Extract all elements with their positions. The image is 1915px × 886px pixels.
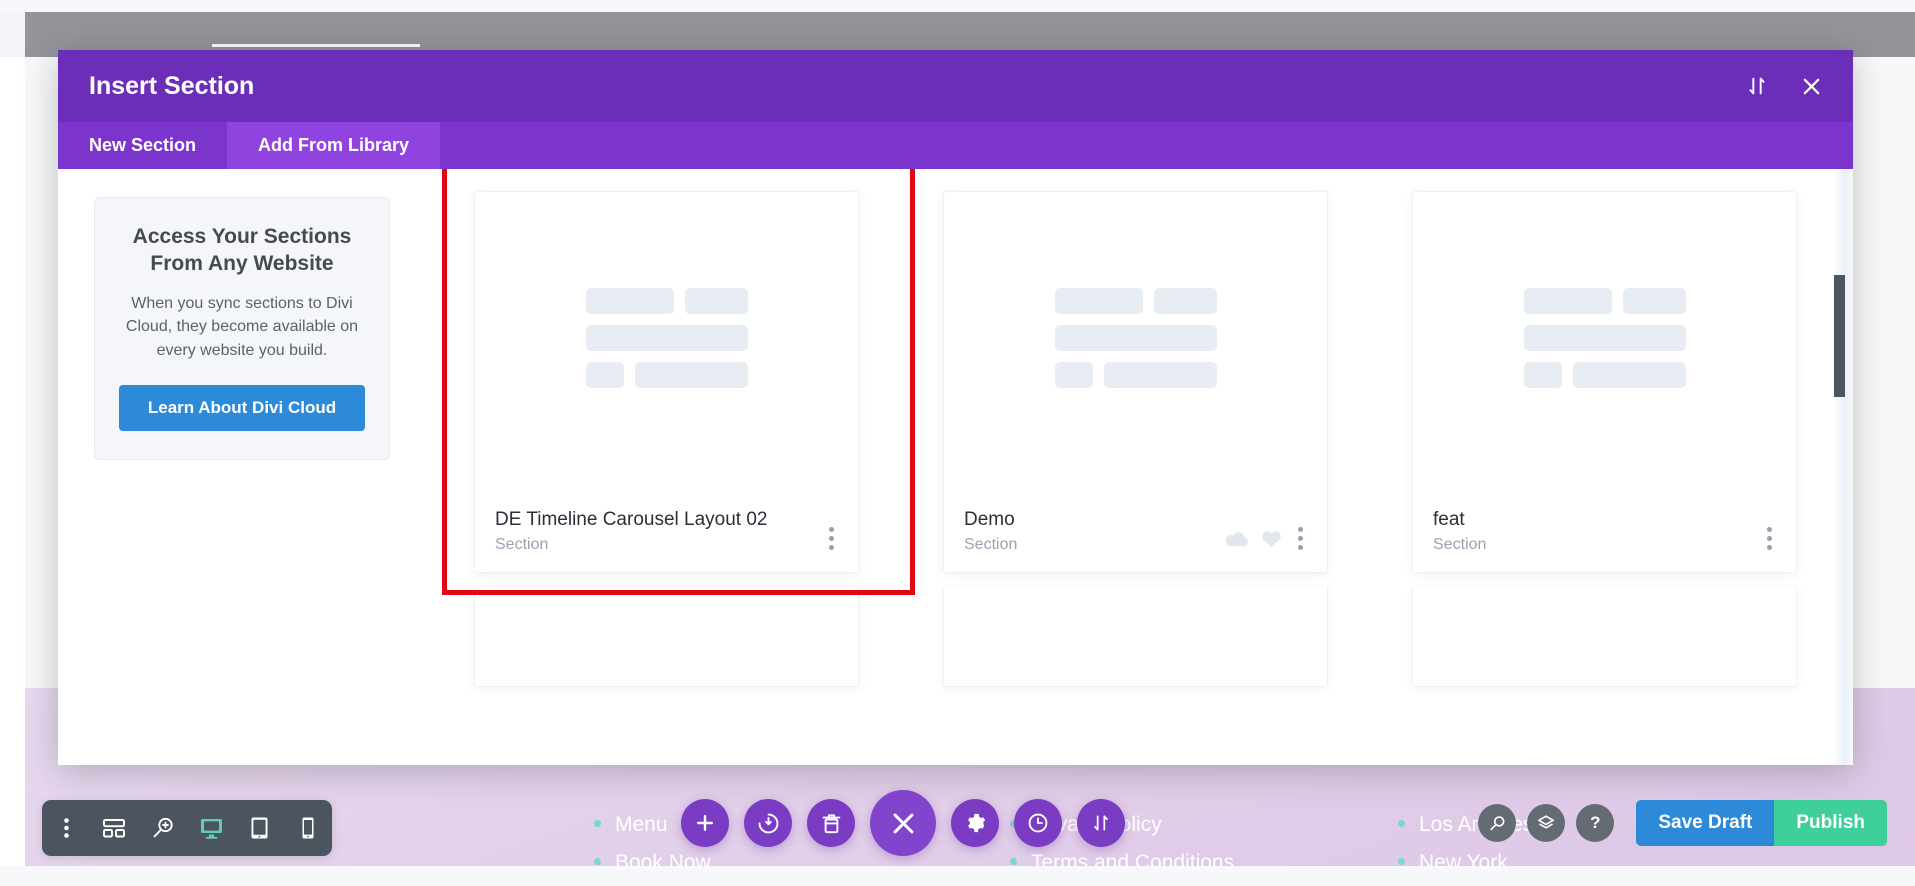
library-card-wrapper: feat Section [1412,191,1797,573]
card-meta: feat Section [1413,495,1796,572]
card-more-options-icon[interactable] [1294,525,1307,552]
layers-icon[interactable] [1527,804,1566,842]
settings-gear-icon[interactable] [951,799,999,847]
card-preview [944,192,1327,495]
bullet-icon [1398,819,1405,827]
layout-skeleton-icon [1523,288,1686,399]
card-actions [825,525,838,554]
promo-description: When you sync sections to Divi Cloud, th… [125,294,359,360]
library-card[interactable]: DE Timeline Carousel Layout 02 Section [474,191,859,573]
card-more-options-icon[interactable] [1763,525,1776,552]
cloud-icon[interactable] [1225,530,1249,547]
trash-icon[interactable] [807,799,855,847]
modal-tabs: New Section Add From Library [58,122,1853,169]
modal-title: Insert Section [89,71,255,100]
library-card[interactable] [474,587,859,687]
library-card-wrapper: Demo Section [943,191,1328,573]
history-undo-icon[interactable] [744,799,792,847]
library-card-wrapper-selected: DE Timeline Carousel Layout 02 Section [442,169,915,595]
library-card-grid-row-2 [448,587,1813,687]
help-icon[interactable]: ? [1576,804,1615,842]
modal-sidebar: Access Your Sections From Any Website Wh… [58,169,424,765]
close-icon[interactable] [1800,75,1823,98]
clock-icon[interactable] [1014,799,1062,847]
card-subtitle: Section [1433,536,1487,553]
library-grid-area: DE Timeline Carousel Layout 02 Section D… [424,169,1853,765]
modal-header-actions [1746,75,1823,98]
page-top-strip [0,0,1915,12]
bullet-icon [594,857,601,865]
builder-left-toolbar [42,800,332,856]
card-meta: Demo Section [944,495,1327,572]
modal-body: Access Your Sections From Any Website Wh… [58,169,1853,765]
layout-skeleton-icon [585,288,748,399]
card-preview [1413,192,1796,495]
layout-skeleton-icon [1054,288,1217,399]
heart-icon[interactable] [1261,529,1282,548]
card-meta: DE Timeline Carousel Layout 02 Section [475,495,858,572]
builder-page: Menu Book Now Privacy Policy Terms and C… [0,0,1915,886]
tab-add-from-library[interactable]: Add From Library [227,122,441,169]
footer-link[interactable]: New York [1398,844,1533,882]
footer-link-label: Menu [615,813,668,836]
add-icon[interactable] [681,799,729,847]
divi-cloud-promo-card: Access Your Sections From Any Website Wh… [94,197,390,460]
modal-header: Insert Section [58,50,1853,122]
desktop-icon[interactable] [194,811,228,845]
save-publish-group: Save Draft Publish [1636,800,1887,846]
promo-title: Access Your Sections From Any Website [132,225,352,275]
card-more-options-icon[interactable] [825,525,838,552]
library-card-grid: DE Timeline Carousel Layout 02 Section D… [442,169,1813,595]
footer-link-label: New York [1419,851,1508,874]
page-header-divider [212,44,420,47]
modal-scrollbar-thumb[interactable] [1834,275,1845,397]
wireframe-icon[interactable] [97,811,131,845]
card-title: DE Timeline Carousel Layout 02 [495,509,768,530]
page-left-gutter [0,12,25,57]
mobile-icon[interactable] [291,811,325,845]
page-footer-bottom-strip [0,866,1915,886]
library-card[interactable]: feat Section [1412,191,1797,573]
publish-button[interactable]: Publish [1774,800,1887,846]
more-vertical-icon[interactable] [49,811,83,845]
card-subtitle: Section [495,536,549,553]
card-preview [475,192,858,495]
sort-icon[interactable] [1746,75,1768,97]
card-actions [1763,525,1776,554]
builder-right-toolbar: ? Save Draft Publish [1478,800,1887,846]
builder-center-toolbar [681,790,1125,856]
bullet-icon [594,819,601,827]
save-draft-button[interactable]: Save Draft [1636,800,1775,846]
bullet-icon [1398,857,1405,865]
library-card[interactable] [943,587,1328,687]
insert-section-modal: Insert Section New Section Add From Libr… [58,50,1853,765]
close-builder-icon[interactable] [870,790,936,856]
learn-about-divi-cloud-button[interactable]: Learn About Divi Cloud [119,384,365,431]
tablet-icon[interactable] [242,811,276,845]
library-card[interactable] [1412,587,1797,687]
zoom-out-icon[interactable] [146,811,180,845]
library-card[interactable]: Demo Section [943,191,1328,573]
modal-scrollbar[interactable] [1834,169,1853,765]
card-subtitle: Section [964,536,1018,553]
sort-icon[interactable] [1077,799,1125,847]
bullet-icon [1010,857,1017,865]
card-title: feat [1433,509,1465,530]
card-actions [1225,525,1307,554]
card-title: Demo [964,509,1015,530]
search-icon[interactable] [1478,804,1517,842]
tab-new-section[interactable]: New Section [58,122,227,169]
